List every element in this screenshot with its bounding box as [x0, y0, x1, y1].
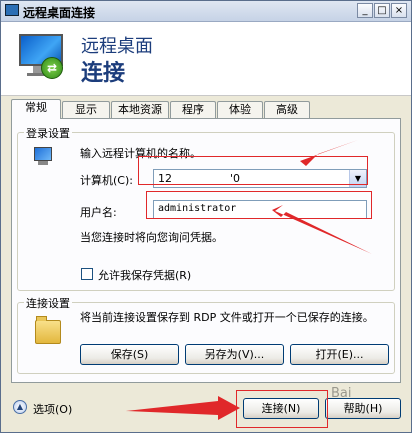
- arrow-connect: [126, 396, 240, 420]
- arrow-computer: [300, 140, 358, 166]
- annotation-arrows: [126, 140, 372, 420]
- tab-general[interactable]: 常规: [11, 99, 61, 119]
- arrow-username: [272, 205, 372, 254]
